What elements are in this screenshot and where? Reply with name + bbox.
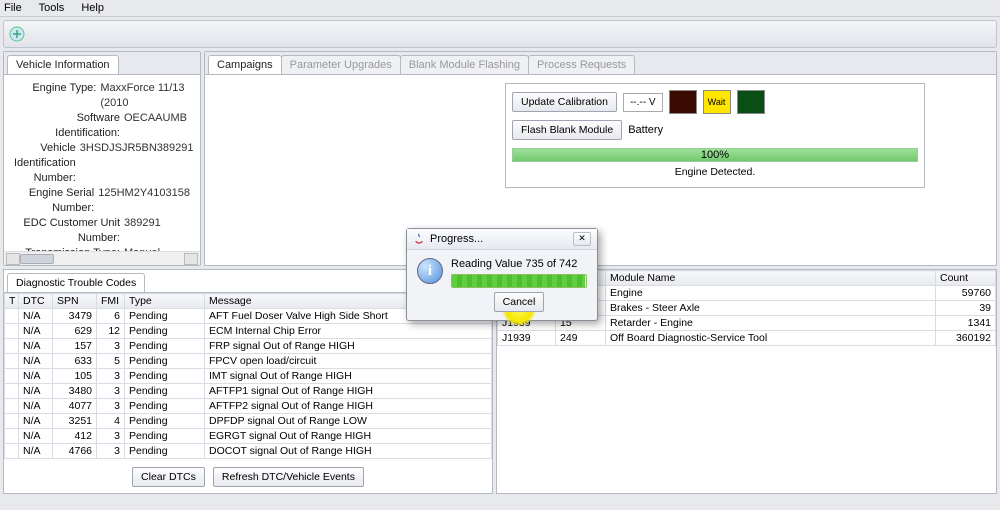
mod-col-header[interactable]: Module Name — [606, 271, 936, 286]
vehicle-info-label: EDC Customer Unit Number: — [14, 216, 124, 246]
vehicle-info-label: Vehicle Identification Number: — [14, 141, 80, 186]
flash-blank-module-button[interactable]: Flash Blank Module — [512, 120, 622, 140]
dialog-progress — [451, 274, 587, 288]
table-row[interactable]: N/A1053PendingIMT signal Out of Range HI… — [5, 369, 492, 384]
toolbar — [3, 20, 997, 48]
vehicle-info-value: 389291 — [124, 216, 161, 246]
dialog-message: Reading Value 735 of 742 — [451, 258, 587, 270]
dtc-col-header[interactable]: FMI — [97, 294, 125, 309]
campaigns-panel: CampaignsParameter UpgradesBlank Module … — [204, 51, 997, 266]
led-red — [669, 90, 697, 114]
tab-campaigns[interactable]: Campaigns — [208, 55, 282, 74]
tab-dtc[interactable]: Diagnostic Trouble Codes — [7, 273, 145, 292]
update-calibration-button[interactable]: Update Calibration — [512, 92, 617, 112]
dialog-title: Progress... — [430, 233, 483, 245]
vehicle-info-row: EDC Customer Unit Number:389291 — [14, 216, 190, 246]
table-row[interactable]: N/A1573PendingFRP signal Out of Range HI… — [5, 339, 492, 354]
progress-dialog: Progress... ✕ i Reading Value 735 of 742… — [406, 228, 598, 321]
tab-blank-module-flashing[interactable]: Blank Module Flashing — [400, 55, 529, 74]
dtc-col-header[interactable]: T — [5, 294, 19, 309]
dtc-col-header[interactable]: Type — [125, 294, 205, 309]
mod-col-header[interactable]: Count — [936, 271, 996, 286]
vehicle-info-value: MaxxForce 11/13 (2010 — [100, 81, 190, 111]
table-row[interactable]: N/A6335PendingFPCV open load/circuit — [5, 354, 492, 369]
vehicle-info-value: 125HM2Y4103158 — [98, 186, 190, 216]
refresh-dtc-button[interactable]: Refresh DTC/Vehicle Events — [213, 467, 364, 487]
led-wait: Wait — [703, 90, 731, 114]
battery-label: Battery — [628, 124, 663, 136]
menu-help[interactable]: Help — [81, 2, 104, 14]
led-green — [737, 90, 765, 114]
info-icon: i — [417, 258, 443, 284]
table-row[interactable]: N/A32514PendingDPFDP signal Out of Range… — [5, 414, 492, 429]
detect-status: Engine Detected. — [512, 166, 918, 178]
dialog-cancel-button[interactable]: Cancel — [494, 292, 545, 312]
menu-tools[interactable]: Tools — [39, 2, 65, 14]
vehicle-info-value: 3HSDJSJR5BN389291 — [80, 141, 194, 186]
vehicle-info-label: Software Identification: — [14, 111, 124, 141]
clear-dtcs-button[interactable]: Clear DTCs — [132, 467, 205, 487]
vehicle-info-row: Engine Type:MaxxForce 11/13 (2010 — [14, 81, 190, 111]
table-row[interactable]: N/A62912PendingECM Internal Chip Error — [5, 324, 492, 339]
table-row[interactable]: N/A40773PendingAFTFP2 signal Out of Rang… — [5, 399, 492, 414]
calibration-box: Update Calibration --.-- V Wait Flash Bl… — [505, 83, 925, 188]
table-row[interactable]: N/A34803PendingAFTFP1 signal Out of Rang… — [5, 384, 492, 399]
tab-vehicle-info[interactable]: Vehicle Information — [7, 55, 119, 74]
tab-process-requests[interactable]: Process Requests — [528, 55, 635, 74]
vehicle-info-row: Vehicle Identification Number:3HSDJSJR5B… — [14, 141, 190, 186]
voltage-readout: --.-- V — [623, 93, 663, 112]
vehicle-info-row: Software Identification:OECAAUMB — [14, 111, 190, 141]
vehicle-info-value: OECAAUMB — [124, 111, 187, 141]
vehicle-info-hscroll[interactable] — [4, 251, 200, 265]
menu-bar: File Tools Help — [0, 0, 1000, 17]
java-icon — [413, 233, 425, 245]
table-row[interactable]: N/A47663PendingDOCOT signal Out of Range… — [5, 444, 492, 459]
table-row[interactable]: J1939249Off Board Diagnostic-Service Too… — [498, 331, 996, 346]
vehicle-info-row: Engine Serial Number:125HM2Y4103158 — [14, 186, 190, 216]
dtc-col-header[interactable]: DTC — [19, 294, 53, 309]
vehicle-info-panel: Vehicle Information Engine Type:MaxxForc… — [3, 51, 201, 266]
detect-progress: 100% — [512, 148, 918, 162]
dtc-col-header[interactable]: SPN — [53, 294, 97, 309]
vehicle-info-label: Engine Type: — [14, 81, 100, 111]
dialog-close-button[interactable]: ✕ — [573, 232, 591, 246]
table-row[interactable]: N/A4123PendingEGRGT signal Out of Range … — [5, 429, 492, 444]
vehicle-info-label: Engine Serial Number: — [14, 186, 98, 216]
menu-file[interactable]: File — [4, 2, 22, 14]
engine-icon[interactable] — [7, 24, 27, 44]
tab-parameter-upgrades[interactable]: Parameter Upgrades — [281, 55, 401, 74]
